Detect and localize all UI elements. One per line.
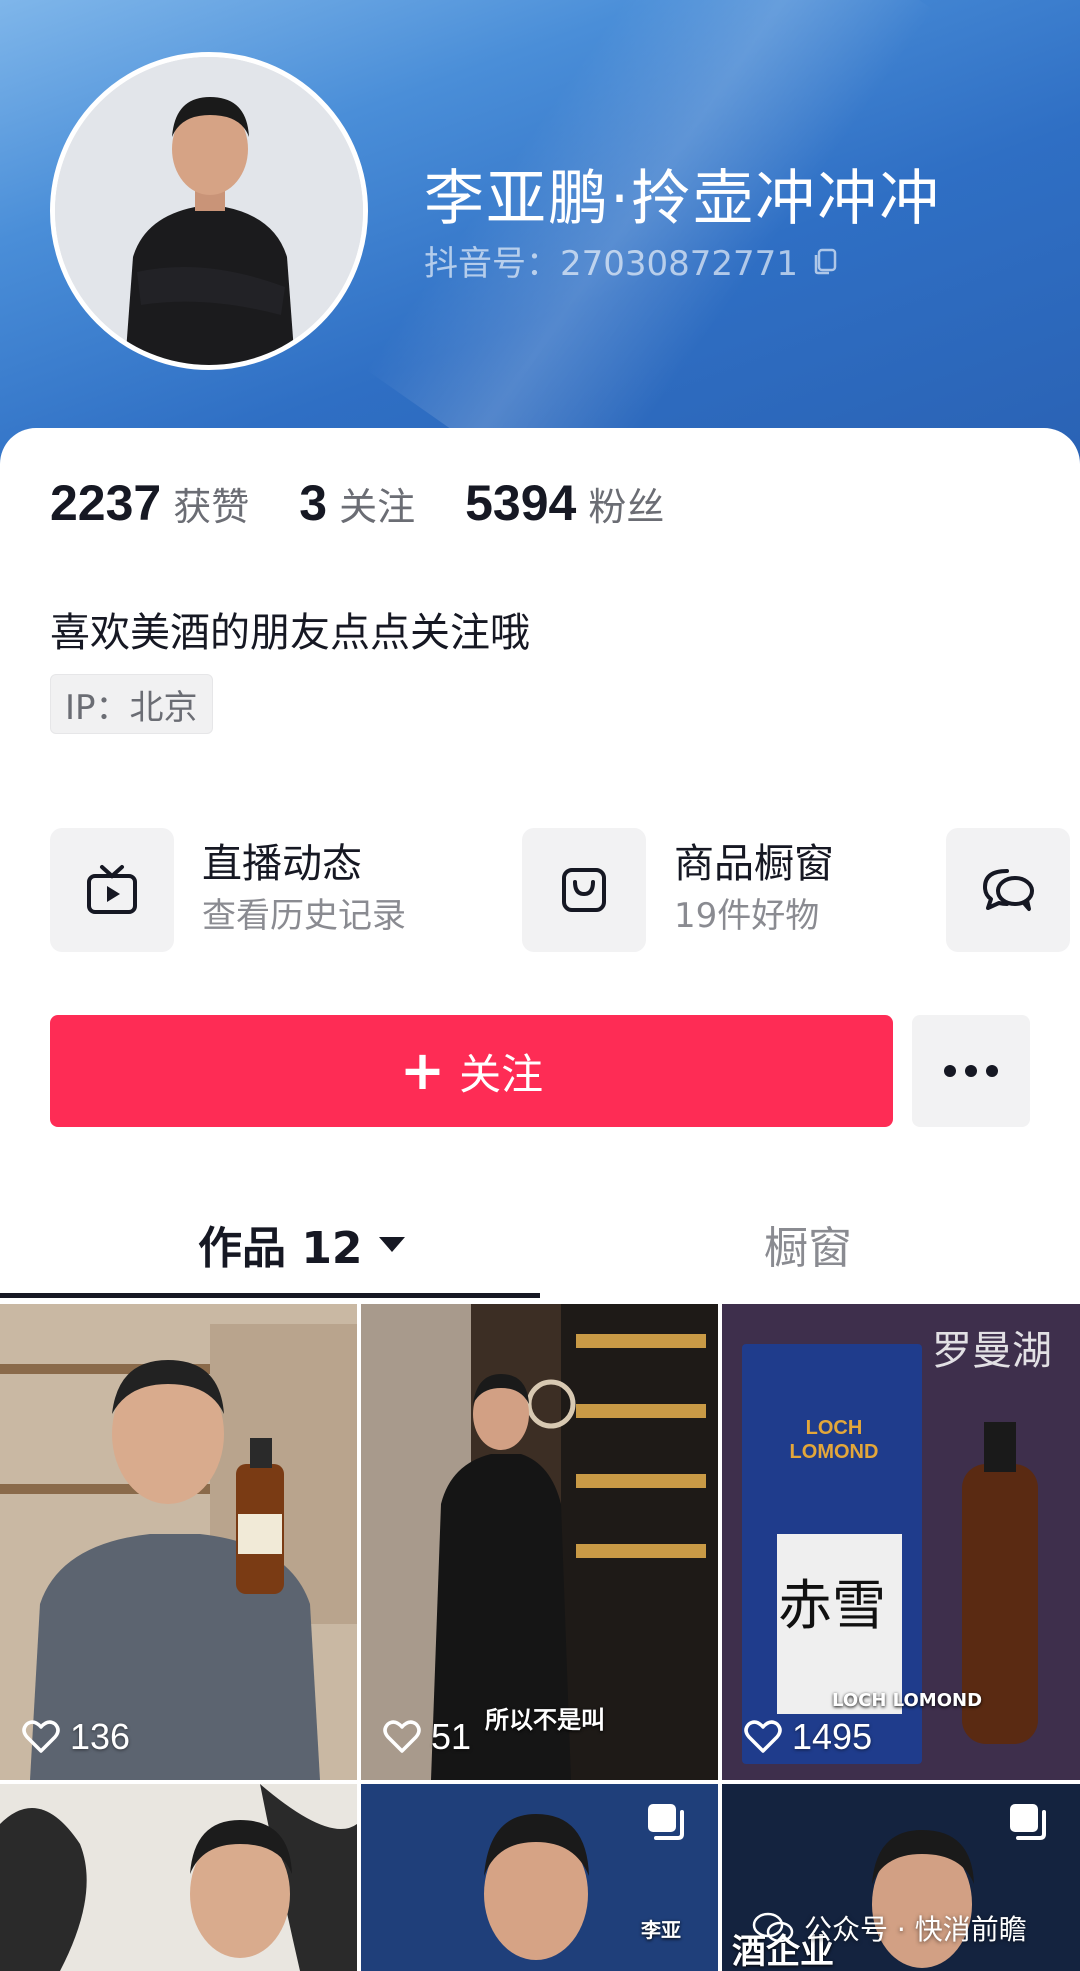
video-thumbnail[interactable]: 赤雪 LOCH LOMOND 罗曼湖 LOCH LOMOND 1495 (722, 1304, 1080, 1780)
profile-nickname: 李亚鹏·拎壶冲冲冲 (424, 164, 942, 234)
profile-bio: 喜欢美酒的朋友点点关注哦 (50, 610, 530, 656)
video-thumbnail[interactable] (0, 1784, 357, 1971)
stat-followers[interactable]: 5394 粉丝 (465, 474, 664, 532)
tab-shop-label: 橱窗 (764, 1223, 852, 1274)
follow-button-label: 关注 (459, 1049, 544, 1099)
more-dots-icon (944, 1065, 998, 1077)
watermark-text: 公众号 · 快消前瞻 (804, 1913, 1027, 1946)
feature-shop-window[interactable]: 商品橱窗 19件好物 (522, 828, 834, 952)
heart-outline-icon (744, 1720, 782, 1753)
svg-text:LOMOND: LOMOND (790, 1441, 879, 1463)
message-entry[interactable] (946, 828, 1070, 952)
heart-outline-icon (22, 1720, 60, 1753)
multi-image-icon (648, 1804, 684, 1840)
stat-likes-value: 2237 (50, 475, 162, 531)
feature-shop-title: 商品橱窗 (674, 841, 834, 887)
tab-active-indicator (0, 1293, 540, 1298)
stat-likes-label: 获赞 (173, 485, 250, 529)
heart-outline-icon (383, 1720, 421, 1753)
plus-icon: + (399, 1039, 446, 1102)
video-like-count-text: 1495 (792, 1716, 873, 1757)
wechat-icon (752, 1912, 794, 1943)
feature-live-history[interactable]: 直播动态 查看历史记录 (50, 828, 406, 952)
video-thumbnail[interactable]: 所以不是叫 51 (361, 1304, 718, 1780)
video-caption: 李亚 (641, 1918, 681, 1942)
stat-following-value: 3 (299, 475, 328, 531)
stat-following[interactable]: 3 关注 (299, 474, 415, 532)
stat-likes[interactable]: 2237 获赞 (50, 474, 249, 532)
feature-live-subtitle: 查看历史记录 (202, 896, 406, 936)
feature-live-title: 直播动态 (202, 841, 362, 887)
tab-works-label: 作品 12 (198, 1223, 363, 1274)
tab-works[interactable]: 作品 12 (198, 1212, 405, 1276)
douyin-id-text: 抖音号：27030872771 (424, 244, 798, 284)
tab-shop-window[interactable]: 橱窗 (764, 1212, 852, 1276)
feature-shop-subtitle: 19件好物 (674, 896, 820, 936)
multi-image-icon (1010, 1804, 1046, 1840)
stat-followers-label: 粉丝 (588, 485, 665, 529)
chat-bubbles-icon (983, 869, 1034, 911)
stat-followers-value: 5394 (465, 475, 577, 531)
svg-text:罗曼湖: 罗曼湖 (932, 1328, 1052, 1374)
douyin-id[interactable]: 抖音号：27030872771 (424, 236, 840, 285)
video-grid: 136 所以不是叫 51 赤雪 LOCH LOMOND 罗曼湖 LOCH LOM… (0, 1304, 1080, 1971)
wechat-watermark: 公众号 · 快消前瞻 (752, 1908, 1027, 1948)
video-thumbnail[interactable]: 136 (0, 1304, 357, 1780)
copy-icon[interactable] (810, 246, 840, 276)
video-thumbnail[interactable]: 李亚 (361, 1784, 718, 1971)
svg-text:LOCH: LOCH (806, 1417, 863, 1439)
video-like-count: 1495 (744, 1716, 872, 1758)
feature-shop-icon-box (522, 828, 646, 952)
video-like-count-text: 51 (431, 1716, 472, 1757)
video-like-count: 51 (383, 1716, 471, 1758)
follow-button[interactable]: + 关注 (50, 1015, 893, 1127)
stat-following-label: 关注 (339, 485, 416, 529)
video-caption: LOCH LOMOND (832, 1690, 983, 1711)
svg-text:赤雪: 赤雪 (778, 1574, 886, 1637)
ip-location-badge: IP：北京 (50, 674, 213, 734)
more-button[interactable] (912, 1015, 1030, 1127)
video-caption: 所以不是叫 (485, 1706, 605, 1734)
feature-live-icon-box (50, 828, 174, 952)
video-like-count: 136 (22, 1716, 130, 1758)
video-like-count-text: 136 (70, 1716, 131, 1757)
dropdown-arrow-icon (378, 1236, 405, 1252)
avatar[interactable] (50, 52, 368, 370)
profile-stats: 2237 获赞 3 关注 5394 粉丝 (50, 474, 714, 532)
shopping-bag-icon (562, 868, 606, 912)
tv-play-icon (87, 865, 137, 914)
